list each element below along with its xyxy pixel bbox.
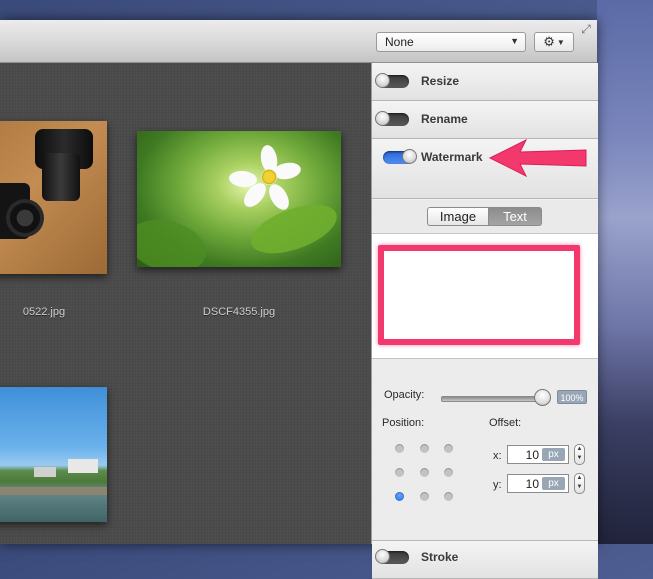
offset-label: Offset: [489, 417, 522, 429]
tab-text[interactable]: Text [489, 207, 542, 226]
stroke-toggle[interactable] [375, 549, 409, 564]
photo-detail [42, 153, 80, 201]
watermark-toggle[interactable] [383, 149, 417, 164]
toggle-knob [375, 549, 390, 564]
chevron-down-icon: ▼ [510, 36, 519, 46]
thumbnail-flower[interactable] [137, 131, 341, 267]
offset-y-unit: px [542, 477, 565, 490]
toolbar: None ▼ ⚙ ▼ ⤢ [0, 20, 597, 63]
offset-x-unit: px [542, 448, 565, 461]
opacity-slider-track[interactable] [441, 396, 547, 402]
gear-icon: ⚙ [543, 34, 555, 49]
position-middle-left[interactable] [395, 468, 404, 477]
offset-x-value: 10 [525, 448, 539, 462]
opacity-slider-handle[interactable] [534, 389, 551, 406]
photo-detail [137, 211, 213, 267]
position-middle-right[interactable] [444, 468, 453, 477]
offset-y-input[interactable]: 10 px [507, 474, 569, 493]
rename-toggle[interactable] [375, 111, 409, 126]
photo-detail [6, 199, 44, 237]
offset-y-stepper[interactable]: ▲ ▼ [574, 473, 585, 494]
offset-y-value: 10 [525, 477, 539, 491]
preset-select-value: None [385, 35, 414, 49]
desktop-wallpaper [597, 0, 653, 544]
section-resize[interactable]: Resize [372, 63, 598, 101]
position-top-center[interactable] [420, 444, 429, 453]
thumbnail-caption: 0522.jpg [22, 306, 66, 318]
toggle-knob [375, 111, 390, 126]
position-bottom-center[interactable] [420, 492, 429, 501]
fullscreen-icon[interactable]: ⤢ [579, 22, 593, 36]
section-label: Rename [421, 112, 468, 126]
photo-detail [68, 459, 98, 473]
opacity-value: 100% [557, 390, 587, 404]
position-bottom-left[interactable] [395, 492, 404, 501]
position-top-left[interactable] [395, 444, 404, 453]
photo-detail [265, 180, 293, 214]
offset-x-label: x: [493, 450, 502, 462]
offset-x-stepper[interactable]: ▲ ▼ [574, 444, 585, 465]
position-middle-center[interactable] [420, 468, 429, 477]
opacity-label: Opacity: [384, 389, 425, 401]
position-top-right[interactable] [444, 444, 453, 453]
offset-y-label: y: [493, 479, 502, 491]
photo-detail [244, 194, 341, 264]
thumbnail-camera[interactable] [0, 121, 107, 274]
section-rename[interactable]: Rename [372, 101, 598, 139]
photo-detail [34, 467, 56, 477]
thumbnail-caption: DSCF4355.jpg [202, 306, 276, 318]
section-label: Watermark [421, 150, 483, 164]
image-gallery: 0522.jpg DSCF4355.jpg [0, 63, 371, 544]
section-label: Stroke [421, 550, 459, 564]
section-label: Resize [421, 74, 460, 88]
settings-menu-button[interactable]: ⚙ ▼ [534, 32, 574, 52]
watermark-text-input[interactable] [378, 245, 580, 345]
photo-detail [0, 495, 107, 522]
watermark-type-tabs: Image Text [372, 200, 598, 234]
offset-x-input[interactable]: 10 px [507, 445, 569, 464]
section-stroke[interactable]: Stroke [372, 540, 598, 579]
watermark-text-area [372, 234, 598, 359]
thumbnail-river[interactable] [0, 387, 107, 522]
photo-detail [261, 169, 277, 185]
annotation-arrow-icon [488, 138, 587, 178]
watermark-options: Opacity: 100% Position: Offset: x: 10 px… [372, 359, 598, 541]
preset-select[interactable]: None ▼ [376, 32, 526, 52]
tab-image[interactable]: Image [427, 207, 489, 226]
toggle-knob [375, 73, 390, 88]
chevron-down-icon: ▼ [556, 37, 565, 47]
toggle-knob [402, 149, 417, 164]
resize-toggle[interactable] [375, 73, 409, 88]
position-bottom-right[interactable] [444, 492, 453, 501]
app-window: None ▼ ⚙ ▼ ⤢ 0522.jpg DSCF4355.jpg Resiz… [0, 20, 598, 579]
position-label: Position: [382, 417, 425, 429]
